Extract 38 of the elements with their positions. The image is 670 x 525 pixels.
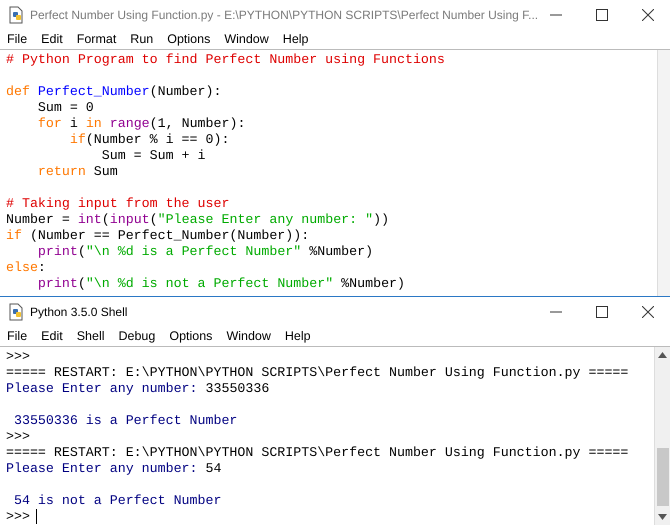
code-line: Sum = Sum + i [100, 148, 206, 164]
console-line: ===== RESTART: E:\PYTHON\PYTHON SCRIPTS\Perfect Number Using Function.py ===== [6, 445, 630, 461]
menu-item[interactable]: Help [284, 329, 311, 343]
menu-item[interactable]: Window [224, 32, 269, 46]
console-line: Please Enter any number: 54 [6, 461, 222, 477]
menu-item[interactable]: Edit [41, 329, 63, 343]
menu-item[interactable]: File [7, 329, 28, 343]
code-line: else: [6, 260, 47, 276]
console-line: ===== RESTART: E:\PYTHON\PYTHON SCRIPTS\Perfect Number Using Function.py ===== [6, 365, 630, 381]
code-line: if (Number == Perfect_Number(Number)): [6, 228, 310, 244]
code-line: if(Number % i == 0): [68, 132, 230, 148]
menu-item[interactable]: Debug [118, 329, 156, 343]
menu-item[interactable]: Edit [41, 32, 63, 46]
code-line: return Sum [36, 164, 119, 180]
console-line: 54 is not a Perfect Number [12, 493, 222, 509]
code-line: Number = int(input("Please Enter any number: ")) [6, 212, 390, 228]
console-line: >>> [6, 349, 31, 365]
menu-item[interactable]: Shell [76, 329, 104, 343]
menu-item[interactable]: Window [226, 329, 271, 343]
console-line: >>> [6, 509, 654, 525]
menu-item[interactable]: File [7, 32, 28, 46]
window-title: Perfect Number Using Function.py - E:\PYTHON\PYTHON SCRIPTS\Perfect Number Using F... [30, 8, 538, 22]
menu-item[interactable]: Options [169, 329, 212, 343]
console-line: 33550336 is a Perfect Number [12, 413, 238, 429]
console-line: >>> [6, 429, 31, 445]
code-line: Sum = 0 [36, 100, 95, 116]
code-line: # Python Program to find Perfect Number using Functions [6, 52, 446, 68]
menu-item[interactable]: Format [76, 32, 116, 46]
menu-item[interactable]: Run [130, 32, 154, 46]
menu-item[interactable]: Options [167, 32, 210, 46]
code-line: print("\n %d is not a Perfect Number" %Number) [36, 276, 406, 292]
code-line: def Perfect_Number(Number): [6, 84, 222, 100]
code-line: # Taking input from the user [6, 196, 230, 212]
menu-item[interactable]: Help [282, 32, 309, 46]
window-title: Python 3.5.0 Shell [30, 304, 128, 318]
console-line: Please Enter any number: 33550336 [6, 381, 270, 397]
code-line: print("\n %d is a Perfect Number" %Number) [36, 244, 374, 260]
code-line: for i in range(1, Number): [36, 116, 246, 132]
